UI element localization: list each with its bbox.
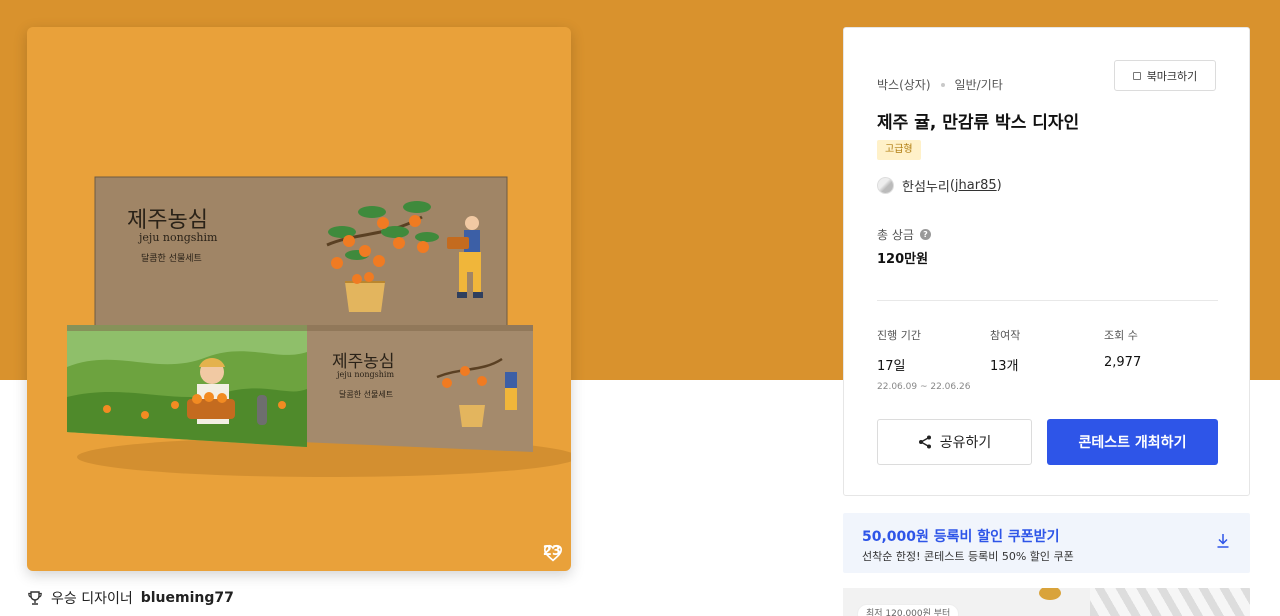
- stat-period-range: 22.06.09 ~ 22.06.26: [877, 382, 971, 392]
- bookmark-button[interactable]: 북마크하기: [1114, 60, 1216, 91]
- coupon-title: 50,000원 등록비 할인 쿠폰받기: [862, 529, 1060, 545]
- like-button[interactable]: 23: [543, 544, 562, 562]
- paren-close: ): [996, 178, 1002, 193]
- stat-period-value: 17일: [877, 359, 906, 374]
- category-primary[interactable]: 박스(상자): [877, 76, 931, 93]
- prize-value: 120만원: [877, 252, 929, 267]
- stat-views-value: 2,977: [1104, 355, 1142, 370]
- box-brand-en-lower: jeju nongshim: [337, 370, 395, 379]
- share-icon: [918, 435, 931, 449]
- stat-participants-value: 13개: [990, 359, 1019, 374]
- host-info[interactable]: 한섬누리 (jhar85): [877, 176, 1002, 195]
- prize-label: 총 상금: [877, 228, 914, 242]
- category-secondary[interactable]: 일반/기타: [955, 76, 1003, 93]
- box-tagline: 달콤한 선물세트: [141, 254, 202, 264]
- contest-info-panel: 박스(상자) 일반/기타 북마크하기 제주 귤, 만감류 박스 디자인 고급형 …: [843, 27, 1250, 496]
- host-id[interactable]: jhar85: [955, 178, 997, 193]
- winner-designer: 우승 디자이너 blueming77: [27, 588, 234, 608]
- prize-label-row: 총 상금 ?: [877, 226, 931, 243]
- heart-icon: [543, 544, 562, 562]
- avatar: [877, 177, 894, 194]
- share-button[interactable]: 공유하기: [877, 419, 1032, 465]
- bookmark-label: 북마크하기: [1146, 69, 1198, 83]
- winner-label: 우승 디자이너: [51, 591, 133, 607]
- promo-banner[interactable]: 최저 120,000원 부터: [843, 588, 1250, 616]
- hero-image[interactable]: 제주농심 jeju nongshim 달콤한 선물세트 제주농심 jeju no…: [27, 27, 571, 571]
- stat-period-label: 진행 기간: [877, 329, 921, 342]
- host-name: 한섬누리: [902, 180, 950, 195]
- separator-dot: [940, 82, 945, 87]
- divider: [877, 300, 1218, 301]
- coupon-subtitle: 선착순 한정! 콘테스트 등록비 50% 할인 쿠폰: [862, 550, 1074, 563]
- breadcrumb: 박스(상자) 일반/기타: [877, 76, 1003, 93]
- box-brand-ko: 제주농심: [127, 208, 208, 233]
- stat-participants: 참여작 13개: [990, 327, 1020, 374]
- stat-participants-label: 참여작: [990, 329, 1021, 342]
- grade-badge: 고급형: [877, 140, 921, 160]
- share-label: 공유하기: [939, 435, 992, 451]
- contest-title: 제주 귤, 만감류 박스 디자인: [877, 113, 1080, 133]
- coupon-banner[interactable]: 50,000원 등록비 할인 쿠폰받기 선착순 한정! 콘테스트 등록비 50%…: [843, 513, 1250, 573]
- help-icon[interactable]: ?: [919, 229, 931, 240]
- stat-views: 조회 수 2,977: [1104, 327, 1141, 370]
- bookmark-icon: [1132, 71, 1141, 80]
- promo-image: [1090, 588, 1250, 616]
- coin-decoration: [1039, 588, 1061, 600]
- stat-period: 진행 기간 17일 22.06.09 ~ 22.06.26: [877, 327, 970, 392]
- host-id-wrapper: (jhar85): [950, 178, 1002, 193]
- trophy-icon: [28, 591, 42, 605]
- open-contest-button[interactable]: 콘테스트 개최하기: [1047, 419, 1218, 465]
- box-tagline-lower: 달콤한 선물세트: [339, 390, 394, 399]
- stat-views-label: 조회 수: [1104, 329, 1138, 342]
- promo-pill: 최저 120,000원 부터: [857, 604, 960, 616]
- box-brand-en: jeju nongshim: [139, 231, 218, 244]
- box-brand-ko-lower: 제주농심: [332, 352, 395, 372]
- winner-name[interactable]: blueming77: [141, 590, 234, 606]
- download-icon[interactable]: [1216, 533, 1230, 549]
- product-box-illustration: [67, 176, 571, 477]
